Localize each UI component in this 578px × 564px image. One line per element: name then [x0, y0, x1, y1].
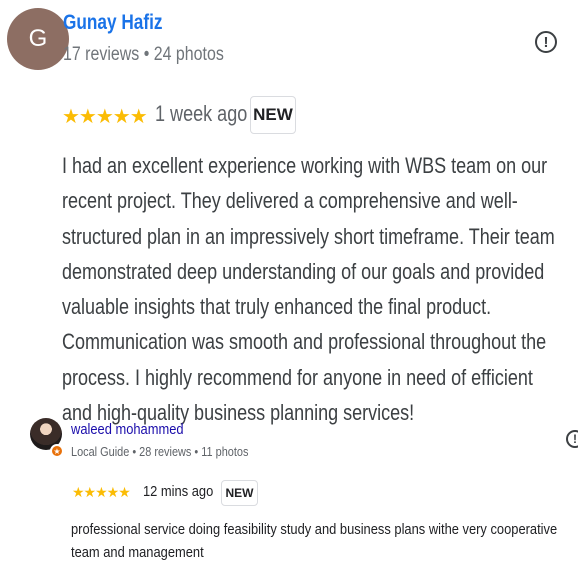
review-time: 12 mins ago	[143, 483, 214, 500]
review-time: 1 week ago	[155, 101, 248, 126]
report-icon[interactable]: !	[535, 31, 557, 53]
review-card: ★ waleed mohammed Local Guide • 28 revie…	[0, 408, 578, 561]
review-text: I had an excellent experience working wi…	[62, 153, 555, 426]
new-badge: NEW	[250, 96, 296, 134]
star-rating: ★★★★★	[72, 484, 131, 500]
review-text: professional service doing feasibility s…	[71, 521, 558, 561]
report-icon[interactable]: !	[566, 430, 578, 448]
new-badge: NEW	[221, 480, 258, 506]
avatar[interactable]: G	[7, 8, 69, 70]
reviewer-name[interactable]: waleed mohammed	[71, 421, 184, 438]
star-rating: ★★★★★	[62, 106, 148, 128]
review-card: G Gunay Hafiz 17 reviews • 24 photos ! ★…	[0, 0, 578, 425]
reviewer-name[interactable]: Gunay Hafiz	[63, 11, 163, 35]
local-guide-icon: ★	[50, 444, 64, 458]
reviewer-meta: Local Guide • 28 reviews • 11 photos	[71, 444, 249, 459]
reviewer-meta: 17 reviews • 24 photos	[63, 44, 224, 65]
